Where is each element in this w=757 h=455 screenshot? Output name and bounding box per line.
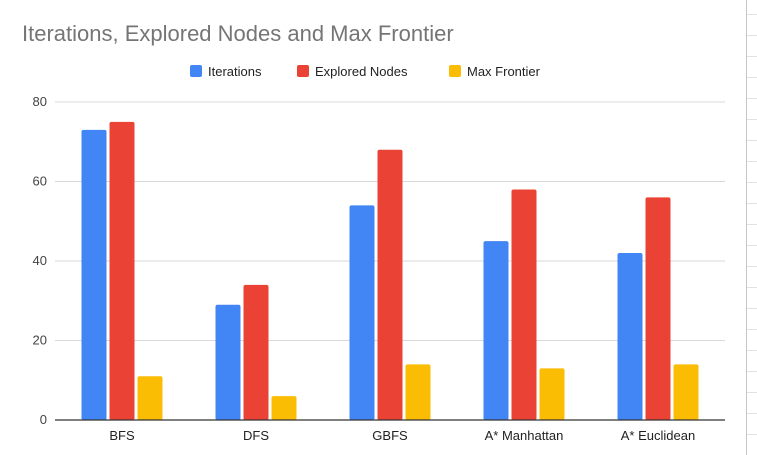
sheet-row-divider [747, 287, 757, 288]
bar-iterations [81, 129, 107, 420]
sheet-row-divider [747, 203, 757, 204]
sheet-row-divider [747, 14, 757, 15]
sheet-row-divider [747, 329, 757, 330]
y-tick-label: 20 [33, 333, 47, 348]
bar-explored-nodes [109, 121, 135, 420]
sheet-row-divider [747, 371, 757, 372]
bar-explored-nodes [377, 149, 403, 420]
sheet-row-divider [747, 308, 757, 309]
sheet-row-divider [747, 140, 757, 141]
sheet-row-divider [747, 266, 757, 267]
sheet-row-divider [747, 224, 757, 225]
spreadsheet-edge [746, 0, 757, 455]
x-tick-label: A* Euclidean [621, 428, 695, 443]
y-tick-label: 40 [33, 253, 47, 268]
legend-swatch [190, 65, 202, 77]
bar-max-frontier [539, 368, 565, 420]
sheet-row-divider [747, 119, 757, 120]
bar-iterations [483, 241, 509, 420]
sheet-row-divider [747, 161, 757, 162]
sheet-row-divider [747, 98, 757, 99]
legend-swatch [449, 65, 461, 77]
sheet-row-divider [747, 434, 757, 435]
bar-iterations [617, 253, 643, 420]
bar-explored-nodes [243, 284, 269, 420]
bar-chart: 0 20 40 60 80 BFS DFS GBFS A* Manhattan A* Euclid… [33, 64, 725, 443]
sheet-row-divider [747, 56, 757, 57]
sheet-row-divider [747, 392, 757, 393]
chart-area: Iterations, Explored Nodes and Max Front… [0, 0, 746, 455]
legend-swatch [297, 65, 309, 77]
sheet-row-divider [747, 350, 757, 351]
x-tick-label: BFS [109, 428, 135, 443]
bar-iterations [349, 205, 375, 420]
sheet-row-divider [747, 35, 757, 36]
legend-label: Max Frontier [467, 64, 541, 79]
bar-max-frontier [137, 376, 163, 420]
bar-max-frontier [405, 364, 431, 420]
bar-max-frontier [673, 364, 699, 420]
legend-label: Iterations [208, 64, 262, 79]
bar-iterations [215, 304, 241, 420]
x-tick-label: GBFS [372, 428, 408, 443]
sheet-row-divider [747, 182, 757, 183]
sheet-row-divider [747, 245, 757, 246]
x-tick-label: DFS [243, 428, 269, 443]
legend-label: Explored Nodes [315, 64, 408, 79]
bar-explored-nodes [511, 189, 537, 420]
bar-explored-nodes [645, 197, 671, 420]
x-tick-label: A* Manhattan [485, 428, 564, 443]
y-tick-label: 80 [33, 94, 47, 109]
sheet-row-divider [747, 413, 757, 414]
y-tick-label: 0 [40, 412, 47, 427]
bar-max-frontier [271, 396, 297, 420]
sheet-row-divider [747, 77, 757, 78]
y-tick-label: 60 [33, 174, 47, 189]
